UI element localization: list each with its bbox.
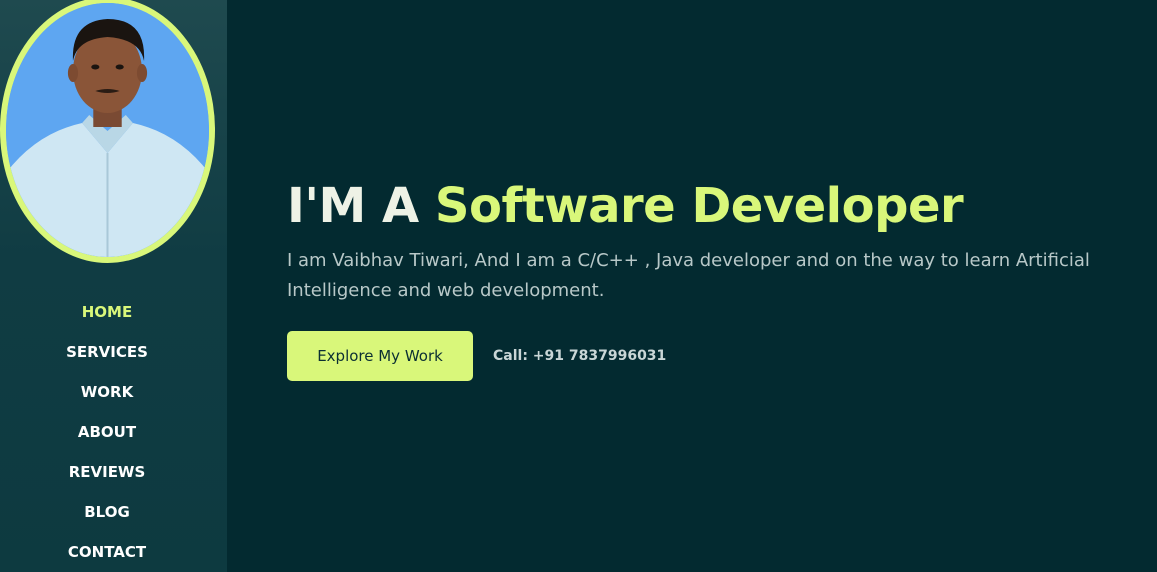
hero-title-prefix: I'M A: [287, 178, 435, 234]
hero-title: I'M A Software Developer: [287, 176, 1107, 236]
avatar: [6, 3, 209, 257]
hero-section: I'M A Software Developer I am Vaibhav Ti…: [287, 176, 1107, 306]
hero-title-highlight: Software Developer: [434, 178, 964, 234]
sidebar: HOME SERVICES WORK ABOUT REVIEWS BLOG CO…: [0, 0, 227, 572]
sidebar-nav: HOME SERVICES WORK ABOUT REVIEWS BLOG CO…: [0, 300, 214, 572]
call-phone-link[interactable]: Call: +91 7837996031: [493, 348, 666, 364]
nav-item-blog[interactable]: BLOG: [0, 500, 214, 540]
nav-item-services[interactable]: SERVICES: [0, 340, 214, 380]
profile-photo: [6, 3, 209, 257]
nav-item-contact[interactable]: CONTACT: [0, 540, 214, 572]
nav-item-reviews[interactable]: REVIEWS: [0, 460, 214, 500]
nav-item-home[interactable]: HOME: [0, 300, 214, 340]
avatar-ring: [0, 0, 215, 263]
nav-item-about[interactable]: ABOUT: [0, 420, 214, 460]
hero-actions: Explore My Work Call: +91 7837996031: [287, 331, 666, 381]
hero-description: I am Vaibhav Tiwari, And I am a C/C++ , …: [287, 250, 1090, 301]
nav-item-work[interactable]: WORK: [0, 380, 214, 420]
explore-work-button[interactable]: Explore My Work: [287, 331, 473, 381]
